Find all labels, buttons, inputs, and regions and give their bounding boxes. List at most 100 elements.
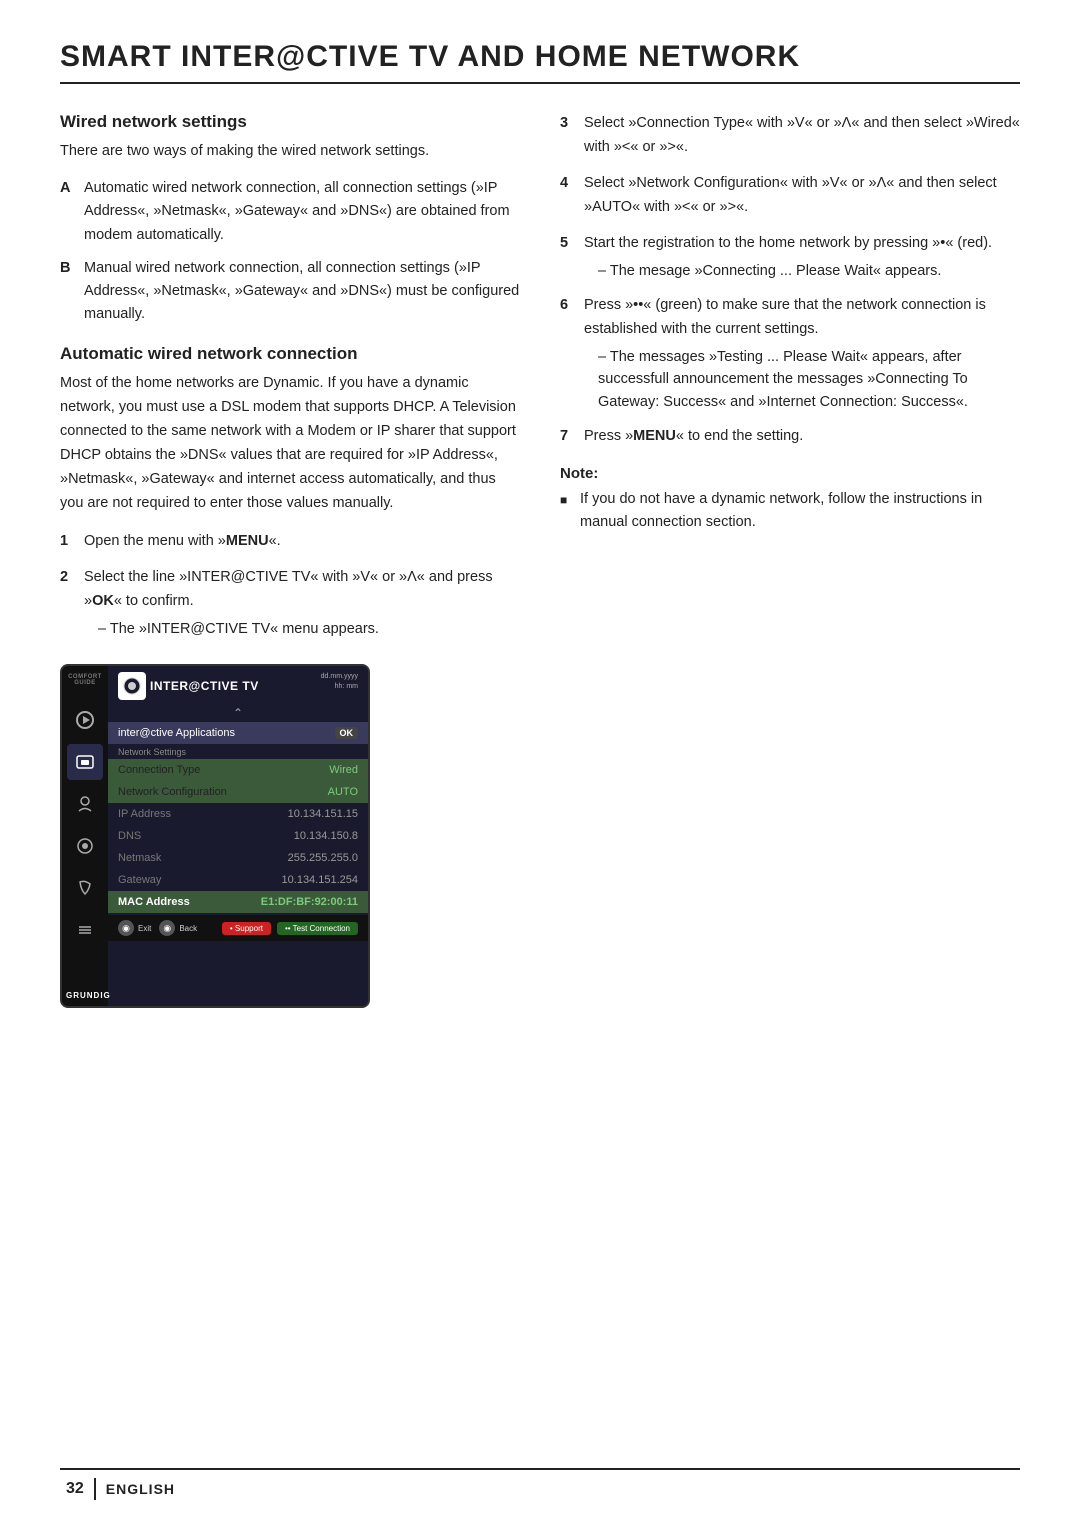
- list-item-a-label: A: [60, 177, 74, 247]
- auto-wired-body: Most of the home networks are Dynamic. I…: [60, 372, 520, 516]
- tv-netmask-label: Netmask: [118, 852, 161, 864]
- step-6: 6 Press »••« (green) to make sure that t…: [560, 294, 1020, 413]
- page-footer: 32 ENGLISH: [60, 1468, 1020, 1500]
- left-column: Wired network settings There are two way…: [60, 112, 520, 1008]
- tv-netmask-value: 255.255.255.0: [288, 852, 358, 864]
- tv-connection-type-label: Connection Type: [118, 764, 200, 776]
- step-2-bold: OK: [92, 593, 114, 609]
- sidebar-icon-1: [67, 702, 103, 738]
- step-4-text: Select »Network Configuration« with »V« …: [584, 172, 1020, 220]
- step-5: 5 Start the registration to the home net…: [560, 232, 1020, 282]
- sidebar-icon-3: [67, 786, 103, 822]
- step-1-bold: MENU: [226, 533, 269, 549]
- grundig-label: GRUNDIG: [66, 991, 111, 1000]
- tv-exit-btn: ◉ Exit: [118, 920, 151, 936]
- step-1-num: 1: [60, 530, 74, 554]
- tv-header: INTER@CTIVE TV dd.mm.yyyy hh: mm: [108, 666, 368, 704]
- tv-row-netmask: Netmask 255.255.255.0: [108, 847, 368, 869]
- tv-network-config-label: Network Configuration: [118, 786, 227, 798]
- page-number: 32: [60, 1478, 96, 1500]
- right-column: 3 Select »Connection Type« with »V« or »…: [560, 112, 1020, 1008]
- tv-dns-label: DNS: [118, 830, 141, 842]
- note-bullet-1: ■: [560, 488, 572, 534]
- tv-dns-value: 10.134.150.8: [294, 830, 358, 842]
- step-6-sub: – The messages »Testing ... Please Wait«…: [598, 346, 1020, 413]
- step-1-text: Open the menu with »MENU«.: [84, 530, 281, 554]
- step-3-num: 3: [560, 112, 574, 160]
- step-2-sub: – The »INTER@CTIVE TV« menu appears.: [98, 618, 520, 640]
- right-numbered-list: 3 Select »Connection Type« with »V« or »…: [560, 112, 1020, 449]
- step-7: 7 Press »MENU« to end the setting.: [560, 425, 1020, 449]
- sidebar-icon-5: [67, 870, 103, 906]
- step-5-text: Start the registration to the home netwo…: [584, 232, 992, 282]
- tv-logo-icon: [118, 672, 146, 700]
- step-5-sub: – The mesage »Connecting ... Please Wait…: [598, 260, 992, 282]
- tv-gateway-value: 10.134.151.254: [282, 874, 358, 886]
- tv-support-btn: • Support: [222, 922, 271, 935]
- tv-ok-badge: OK: [335, 727, 359, 739]
- tv-row-network-config: Network Configuration AUTO: [108, 781, 368, 803]
- tv-bottom-bar: ◉ Exit ◉ Back • Support •• Test Connecti…: [108, 915, 368, 941]
- tv-exit-label: Exit: [138, 924, 151, 933]
- wired-settings-title: Wired network settings: [60, 112, 520, 132]
- sidebar-icon-6: [67, 912, 103, 948]
- page-title: SMART INTER@CTIVE TV AND HOME NETWORK: [60, 40, 1020, 84]
- step-2: 2 Select the line »INTER@CTIVE TV« with …: [60, 566, 520, 640]
- tv-network-settings-label: Network Settings: [108, 744, 368, 759]
- tv-row-ip: IP Address 10.134.151.15: [108, 803, 368, 825]
- tv-screen: COMFORT GUIDE: [60, 664, 370, 1008]
- step-4-num: 4: [560, 172, 574, 220]
- sidebar-icon-4: [67, 828, 103, 864]
- tv-row-connection-type: Connection Type Wired: [108, 759, 368, 781]
- tv-main: INTER@CTIVE TV dd.mm.yyyy hh: mm ⌃ inter…: [108, 666, 368, 1006]
- step-7-bold: MENU: [633, 428, 676, 444]
- tv-bottom-left: ◉ Exit ◉ Back: [118, 920, 197, 936]
- tv-ip-value: 10.134.151.15: [288, 808, 358, 820]
- tv-ip-label: IP Address: [118, 808, 171, 820]
- note-title: Note:: [560, 465, 1020, 482]
- note-item-1-text: If you do not have a dynamic network, fo…: [580, 488, 1020, 534]
- tv-back-label: Back: [179, 924, 197, 933]
- auto-wired-title: Automatic wired network connection: [60, 344, 520, 364]
- tv-bottom-right: • Support •• Test Connection: [222, 922, 358, 935]
- step-7-text: Press »MENU« to end the setting.: [584, 425, 803, 449]
- note-item-1: ■ If you do not have a dynamic network, …: [560, 488, 1020, 534]
- note-section: Note: ■ If you do not have a dynamic net…: [560, 465, 1020, 534]
- tv-time: dd.mm.yyyy hh: mm: [321, 672, 358, 692]
- list-item-a: A Automatic wired network connection, al…: [60, 177, 520, 247]
- tv-back-btn: ◉ Back: [159, 920, 197, 936]
- tv-mac-value: E1:DF:BF:92:00:11: [261, 896, 358, 908]
- comfort-guide-label: COMFORT GUIDE: [62, 674, 108, 686]
- step-3: 3 Select »Connection Type« with »V« or »…: [560, 112, 1020, 160]
- tv-network-config-value: AUTO: [328, 786, 358, 798]
- tv-test-connection-btn: •• Test Connection: [277, 922, 358, 935]
- page-language: ENGLISH: [106, 1481, 175, 1497]
- tv-applications-row: inter@ctive Applications OK: [108, 722, 368, 744]
- tv-row-mac: MAC Address E1:DF:BF:92:00:11: [108, 891, 368, 913]
- tv-circle-back: ◉: [159, 920, 175, 936]
- tv-mac-label: MAC Address: [118, 896, 190, 908]
- step-2-num: 2: [60, 566, 74, 640]
- tv-logo-text: INTER@CTIVE TV: [150, 679, 259, 693]
- tv-circle-nav: ◉: [118, 920, 134, 936]
- tv-row-dns: DNS 10.134.150.8: [108, 825, 368, 847]
- tv-applications-label: inter@ctive Applications: [118, 727, 235, 739]
- list-item-b-label: B: [60, 257, 74, 327]
- tv-connection-type-value: Wired: [329, 764, 358, 776]
- list-item-b: B Manual wired network connection, all c…: [60, 257, 520, 327]
- step-6-num: 6: [560, 294, 574, 413]
- step-3-text: Select »Connection Type« with »V« or »Λ«…: [584, 112, 1020, 160]
- tv-logo: INTER@CTIVE TV: [118, 672, 259, 700]
- step-2-text: Select the line »INTER@CTIVE TV« with »V…: [84, 566, 520, 640]
- footer-inner: 32 ENGLISH: [60, 1478, 175, 1500]
- tv-row-gateway: Gateway 10.134.151.254: [108, 869, 368, 891]
- tv-screen-wrapper: COMFORT GUIDE: [60, 664, 370, 1008]
- step-7-num: 7: [560, 425, 574, 449]
- sidebar-icon-2: [67, 744, 103, 780]
- tv-gateway-label: Gateway: [118, 874, 161, 886]
- step-6-text: Press »••« (green) to make sure that the…: [584, 294, 1020, 413]
- ab-list: A Automatic wired network connection, al…: [60, 177, 520, 326]
- list-item-b-text: Manual wired network connection, all con…: [84, 257, 520, 327]
- tv-sidebar: COMFORT GUIDE: [62, 666, 108, 1006]
- list-item-a-text: Automatic wired network connection, all …: [84, 177, 520, 247]
